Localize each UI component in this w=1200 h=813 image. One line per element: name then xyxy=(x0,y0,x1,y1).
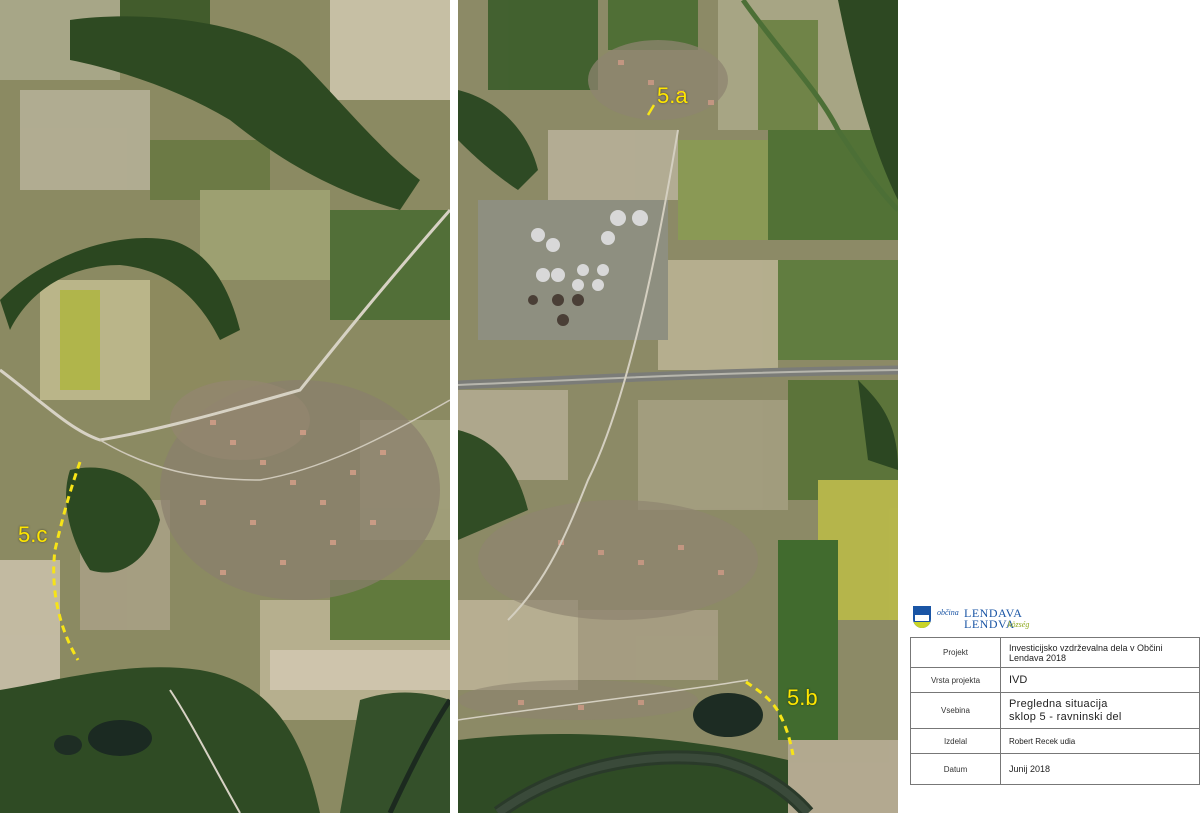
route-label-5a: 5.a xyxy=(657,83,688,108)
logo-suffix: község xyxy=(1008,620,1030,629)
vsebina-line-1: Pregledna situacija xyxy=(1009,697,1108,710)
logo-prefix: občina xyxy=(937,608,959,617)
aerial-image-left xyxy=(0,0,450,813)
value-vsebina: Pregledna situacija sklop 5 - ravninski … xyxy=(1000,692,1200,729)
label-izdelal: Izdelal xyxy=(910,728,1001,754)
row-vrsta-projekta: Vrsta projekta IVD xyxy=(910,667,1200,693)
row-projekt: Projekt Investicijsko vzdrževalna dela v… xyxy=(910,637,1200,668)
label-datum: Datum xyxy=(910,753,1001,785)
row-izdelal: Izdelal Robert Recek udia xyxy=(910,728,1200,754)
label-vsebina: Vsebina xyxy=(910,692,1001,729)
value-izdelal: Robert Recek udia xyxy=(1000,728,1200,754)
title-block-table: Projekt Investicijsko vzdrževalna dela v… xyxy=(910,637,1200,785)
aerial-map-right[interactable]: 5.a 5.b xyxy=(458,0,898,813)
map-divider xyxy=(450,0,458,813)
row-datum: Datum Junij 2018 xyxy=(910,753,1200,785)
vsebina-line-2: sklop 5 - ravninski del xyxy=(1009,710,1122,723)
map-divider-right xyxy=(898,0,902,813)
municipality-logo: občina LENDAVA LENDVA község xyxy=(913,606,1043,634)
aerial-image-right xyxy=(458,0,898,813)
value-datum: Junij 2018 xyxy=(1000,753,1200,785)
coat-of-arms-icon xyxy=(913,606,931,628)
route-label-5c: 5.c xyxy=(18,522,48,547)
route-label-5b: 5.b xyxy=(787,685,818,710)
label-vrsta-projekta: Vrsta projekta xyxy=(910,667,1001,693)
value-projekt: Investicijsko vzdrževalna dela v Občini … xyxy=(1000,637,1200,668)
value-vrsta-projekta: IVD xyxy=(1000,667,1200,693)
title-block: občina LENDAVA LENDVA község Projekt Inv… xyxy=(910,600,1200,813)
row-vsebina: Vsebina Pregledna situacija sklop 5 - ra… xyxy=(910,692,1200,729)
aerial-map-left[interactable]: 5.c xyxy=(0,0,450,813)
label-projekt: Projekt xyxy=(910,637,1001,668)
